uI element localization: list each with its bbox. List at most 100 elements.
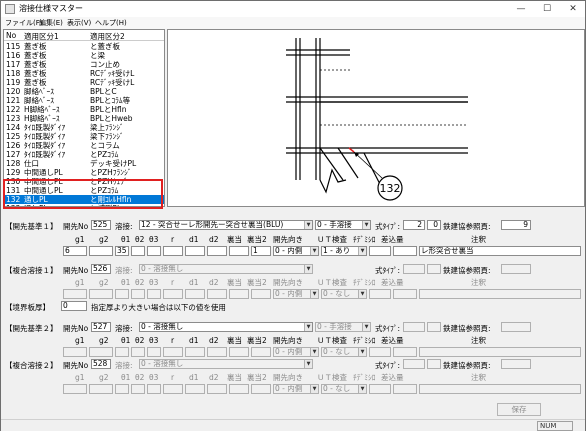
- maximize-button[interactable]: ☐: [535, 1, 559, 17]
- s1-theta3[interactable]: [147, 246, 161, 256]
- s2-ut-select[interactable]: 0 - なし ▼: [321, 289, 367, 299]
- list-item[interactable]: 125 ﾀｲﾛ既製ﾀﾞｲｱ 梁下ﾌﾗﾝｼﾞ: [4, 132, 164, 141]
- shiki4-a[interactable]: [403, 359, 425, 369]
- tekken1-value[interactable]: 9: [501, 220, 531, 230]
- shiki4-b[interactable]: [427, 359, 441, 369]
- s4-muki-select[interactable]: 0 - 内側 ▼: [273, 384, 319, 394]
- menu-file[interactable]: ファイル(F): [5, 18, 43, 28]
- save-button[interactable]: 保存: [497, 403, 541, 416]
- s3-g1[interactable]: [63, 347, 87, 357]
- list-item[interactable]: 118 蓋ぎ板 RCﾃﾞｯｷ受けL: [4, 69, 164, 78]
- list-item[interactable]: 115 蓋ぎ板 と蓋ぎ板: [4, 42, 164, 51]
- s4-ut-select[interactable]: 0 - なし ▼: [321, 384, 367, 394]
- s3-d2[interactable]: [207, 347, 227, 357]
- s2-g1[interactable]: [63, 289, 87, 299]
- s4-uratou[interactable]: [229, 384, 249, 394]
- s3-r[interactable]: [163, 347, 183, 357]
- method3-select[interactable]: 0 - 手溶接 ▼: [315, 322, 371, 332]
- shiki3-a[interactable]: [403, 322, 425, 332]
- s4-g1[interactable]: [63, 384, 87, 394]
- s3-theta1[interactable]: [115, 347, 129, 357]
- s1-muki-select[interactable]: 0 - 内側 ▼: [273, 246, 319, 256]
- s4-theta3[interactable]: [147, 384, 161, 394]
- s1-ut-select[interactable]: 1 - あり ▼: [321, 246, 367, 256]
- s2-theta1[interactable]: [115, 289, 129, 299]
- yosetsu3-select[interactable]: 0 - 溶接無し ▼: [139, 322, 313, 332]
- s3-uratou2[interactable]: [251, 347, 271, 357]
- s4-theta1[interactable]: [115, 384, 129, 394]
- yosetsu2-select[interactable]: 0 - 溶接無し ▼: [139, 264, 313, 274]
- s3-theta2[interactable]: [131, 347, 145, 357]
- s1-chuushaku[interactable]: レ形突合せ裏当: [419, 246, 581, 256]
- s2-theta2[interactable]: [131, 289, 145, 299]
- list-item[interactable]: 128 仕口 デッキ受けPL: [4, 159, 164, 168]
- col-kubun1-header[interactable]: 適用区分1: [24, 31, 59, 42]
- yosetsu1-select[interactable]: 12 - 突合せーレ形開先ー突合せ裏当(BLU) ▼: [139, 220, 313, 230]
- s1-theta2[interactable]: [131, 246, 145, 256]
- shiki1-b[interactable]: 0: [427, 220, 441, 230]
- close-button[interactable]: ✕: [561, 1, 585, 17]
- s1-uratou[interactable]: [229, 246, 249, 256]
- list-item[interactable]: 116 蓋ぎ板 と梁: [4, 51, 164, 60]
- s1-d1[interactable]: [185, 246, 205, 256]
- s3-d1[interactable]: [185, 347, 205, 357]
- kaisaki3-no[interactable]: 527: [91, 322, 111, 332]
- s4-chidemishiro[interactable]: [369, 384, 391, 394]
- yosetsu4-select[interactable]: 0 - 溶接無し ▼: [139, 359, 313, 369]
- shiki2-a[interactable]: [403, 264, 425, 274]
- s4-d1[interactable]: [185, 384, 205, 394]
- s2-chuushaku[interactable]: [419, 289, 581, 299]
- s2-d1[interactable]: [185, 289, 205, 299]
- kaisaki1-no[interactable]: 525: [91, 220, 111, 230]
- s3-muki-select[interactable]: 0 - 内側 ▼: [273, 347, 319, 357]
- s4-d2[interactable]: [207, 384, 227, 394]
- s1-uratou2[interactable]: 1: [251, 246, 271, 256]
- tekken4-value[interactable]: [501, 359, 531, 369]
- kaisaki2-no[interactable]: 526: [91, 264, 111, 274]
- s4-r[interactable]: [163, 384, 183, 394]
- s4-g2[interactable]: [89, 384, 113, 394]
- s1-chidemishiro[interactable]: [369, 246, 391, 256]
- s1-g1[interactable]: 6: [63, 246, 87, 256]
- s1-sashikomi[interactable]: [393, 246, 417, 256]
- list-item[interactable]: 123 H脚絡ﾍﾞｰｽ BPLとHweb: [4, 114, 164, 123]
- method1-select[interactable]: 0 - 手溶接 ▼: [315, 220, 371, 230]
- s2-uratou2[interactable]: [251, 289, 271, 299]
- s2-muki-select[interactable]: 0 - 内側 ▼: [273, 289, 319, 299]
- s2-g2[interactable]: [89, 289, 113, 299]
- s3-sashikomi[interactable]: [393, 347, 417, 357]
- list-item[interactable]: 126 ﾀｲﾛ既製ﾀﾞｲｱ とコラム: [4, 141, 164, 150]
- kyokai-itaatsu-value[interactable]: 0: [61, 301, 87, 311]
- shiki2-b[interactable]: [427, 264, 441, 274]
- s4-sashikomi[interactable]: [393, 384, 417, 394]
- s2-theta3[interactable]: [147, 289, 161, 299]
- menu-edit[interactable]: 編集(E): [39, 18, 63, 28]
- s2-r[interactable]: [163, 289, 183, 299]
- tekken3-value[interactable]: [501, 322, 531, 332]
- s4-theta2[interactable]: [131, 384, 145, 394]
- list-item[interactable]: 122 H脚絡ﾍﾞｰｽ BPLとHfln: [4, 105, 164, 114]
- shiki1-a[interactable]: 2: [403, 220, 425, 230]
- s3-chuushaku[interactable]: [419, 347, 581, 357]
- menu-help[interactable]: ヘルプ(H): [95, 18, 127, 28]
- s3-uratou[interactable]: [229, 347, 249, 357]
- s1-r[interactable]: [163, 246, 183, 256]
- s4-uratou2[interactable]: [251, 384, 271, 394]
- s3-chidemishiro[interactable]: [369, 347, 391, 357]
- minimize-button[interactable]: —: [509, 1, 533, 17]
- s1-g2[interactable]: [89, 246, 113, 256]
- shiki3-b[interactable]: [427, 322, 441, 332]
- s1-theta1[interactable]: 35: [115, 246, 129, 256]
- list-item[interactable]: 117 蓋ぎ板 コン止め: [4, 60, 164, 69]
- s3-ut-select[interactable]: 0 - なし ▼: [321, 347, 367, 357]
- list-item[interactable]: 124 ﾀｲﾛ既製ﾀﾞｲｱ 梁上ﾌﾗﾝｼﾞ: [4, 123, 164, 132]
- s3-g2[interactable]: [89, 347, 113, 357]
- menu-view[interactable]: 表示(V): [67, 18, 91, 28]
- s1-d2[interactable]: [207, 246, 227, 256]
- s2-sashikomi[interactable]: [393, 289, 417, 299]
- s3-theta3[interactable]: [147, 347, 161, 357]
- list-item[interactable]: 121 脚絡ﾍﾞｰｽ BPLとｺﾗﾑ等: [4, 96, 164, 105]
- s2-uratou[interactable]: [229, 289, 249, 299]
- s2-d2[interactable]: [207, 289, 227, 299]
- kaisaki4-no[interactable]: 528: [91, 359, 111, 369]
